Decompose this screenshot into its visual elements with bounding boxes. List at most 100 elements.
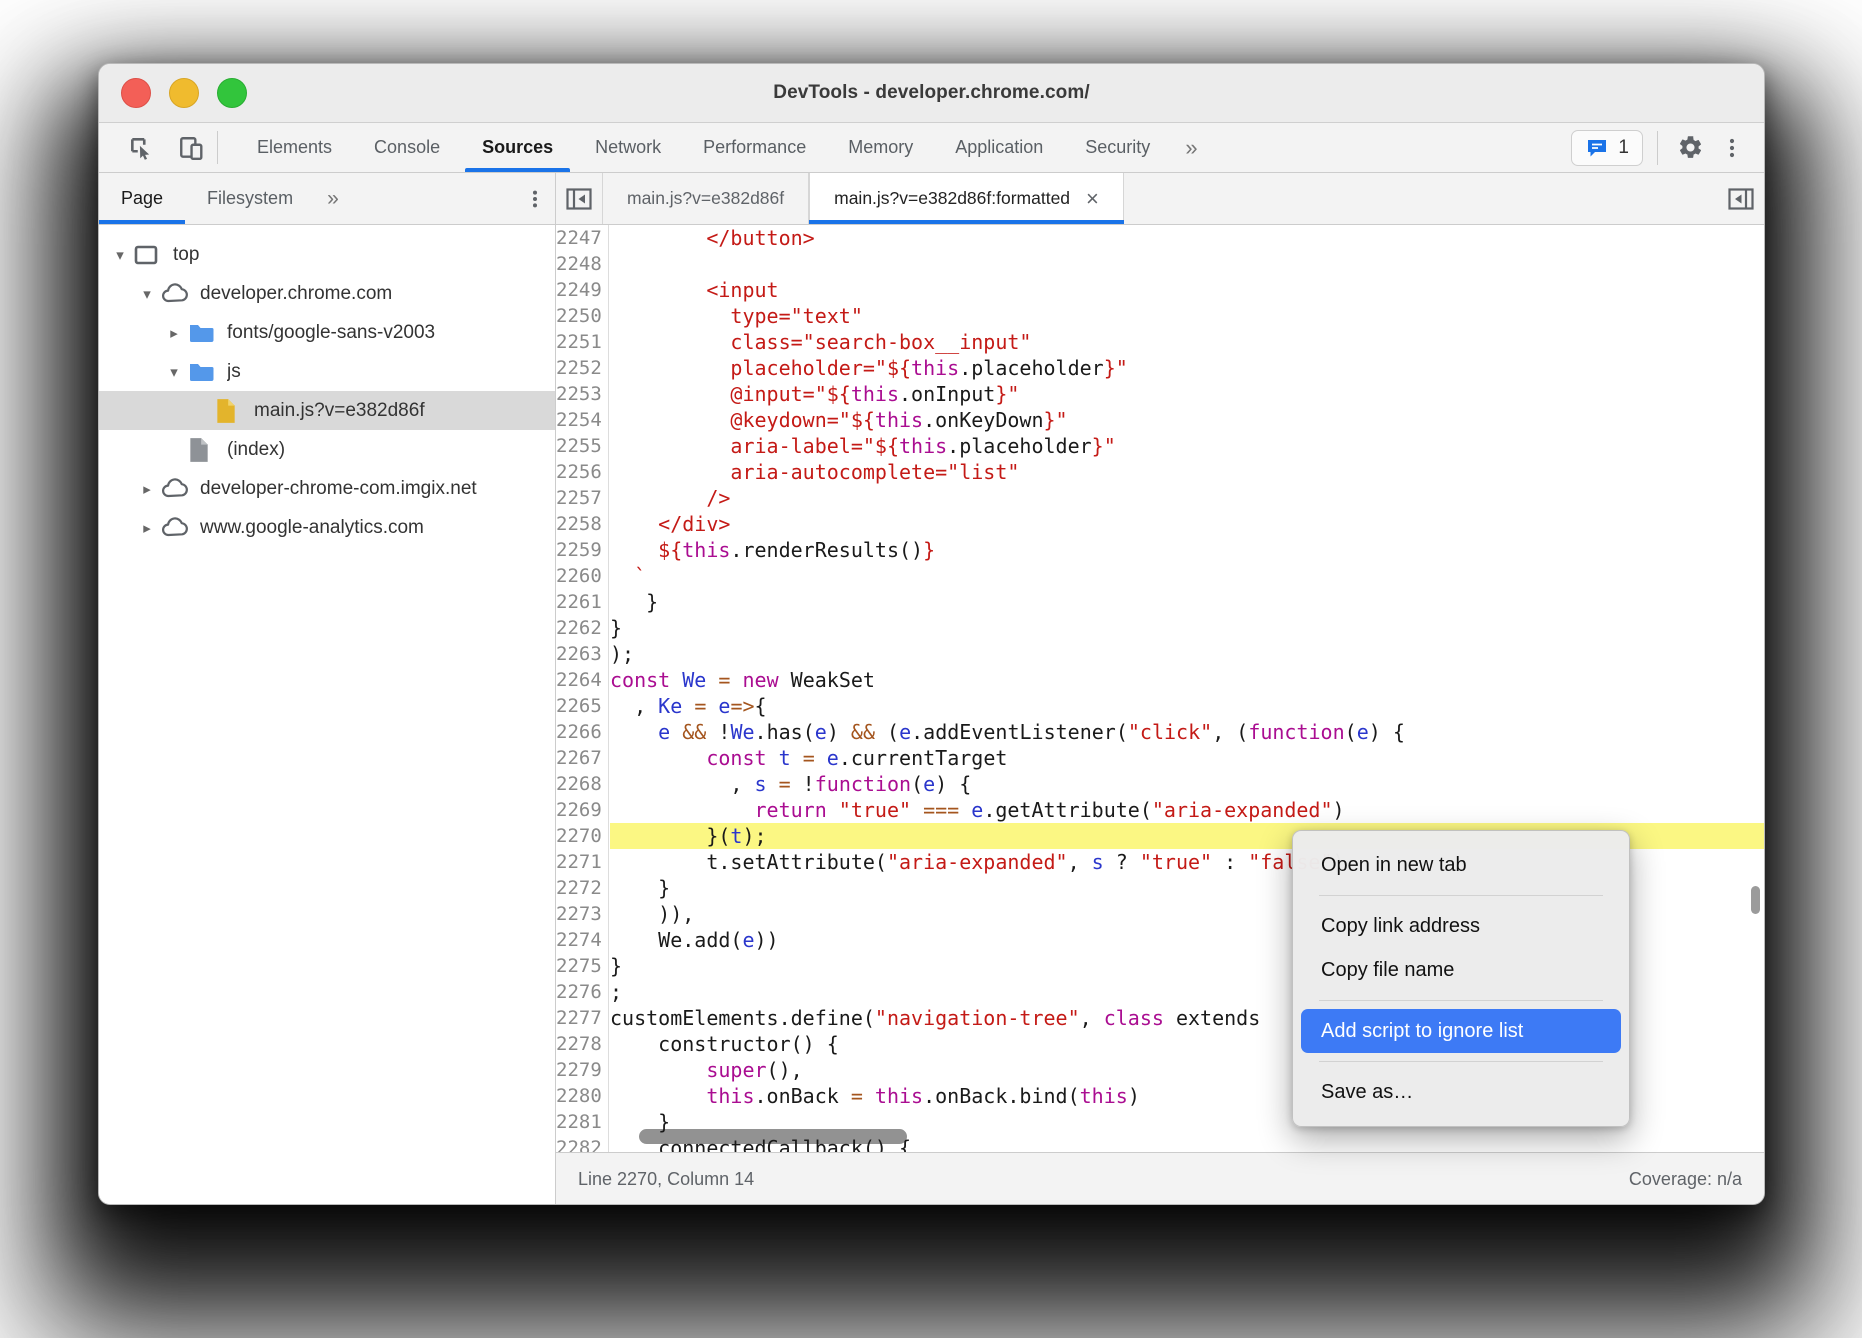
caret-right-icon[interactable]: ▸ [134, 519, 160, 537]
editor-tab-1[interactable]: main.js?v=e382d86f [602, 173, 809, 224]
line-number[interactable]: 2263 [556, 641, 608, 667]
line-number[interactable]: 2248 [556, 251, 608, 277]
line-number[interactable]: 2251 [556, 329, 608, 355]
settings-button[interactable] [1672, 131, 1708, 165]
code-line[interactable]: } [610, 615, 1764, 641]
sidebar-tab-page[interactable]: Page [99, 173, 185, 224]
tab-sources[interactable]: Sources [461, 123, 574, 172]
sidebar-more-tabs-button[interactable]: » [315, 173, 351, 224]
code-line[interactable]: <input [610, 277, 1764, 303]
code-line[interactable]: connectedCallback() { [610, 1135, 1764, 1152]
sidebar-menu-button[interactable] [515, 173, 555, 224]
code-line[interactable]: placeholder="${this.placeholder}" [610, 355, 1764, 381]
inspect-element-button[interactable] [123, 131, 159, 165]
line-number[interactable]: 2270 [556, 823, 608, 849]
tab-elements[interactable]: Elements [236, 123, 353, 172]
vertical-scrollbar-thumb[interactable] [1751, 886, 1760, 914]
line-number[interactable]: 2281 [556, 1109, 608, 1135]
line-number[interactable]: 2256 [556, 459, 608, 485]
devtools-menu-button[interactable] [1714, 131, 1750, 165]
tree-item--index-[interactable]: (index) [99, 430, 555, 469]
tree-item-www-google-analytics-com[interactable]: ▸www.google-analytics.com [99, 508, 555, 547]
line-number[interactable]: 2266 [556, 719, 608, 745]
line-number[interactable]: 2267 [556, 745, 608, 771]
tree-item-top[interactable]: ▾top [99, 235, 555, 274]
code-line[interactable]: , s = !function(e) { [610, 771, 1764, 797]
line-number[interactable]: 2274 [556, 927, 608, 953]
code-line[interactable]: ${this.renderResults()} [610, 537, 1764, 563]
code-line[interactable]: @keydown="${this.onKeyDown}" [610, 407, 1764, 433]
code-line[interactable]: const We = new WeakSet [610, 667, 1764, 693]
menu-item-copy-file-name[interactable]: Copy file name [1293, 948, 1629, 992]
menu-item-open-in-new-tab[interactable]: Open in new tab [1293, 843, 1629, 887]
code-line[interactable]: type="text" [610, 303, 1764, 329]
line-number[interactable]: 2254 [556, 407, 608, 433]
close-tab-icon[interactable]: × [1086, 188, 1099, 210]
hide-navigator-button[interactable] [556, 173, 602, 224]
line-number[interactable]: 2261 [556, 589, 608, 615]
caret-down-icon[interactable]: ▾ [161, 363, 187, 381]
tree-item-developer-chrome-com-imgix-net[interactable]: ▸developer-chrome-com.imgix.net [99, 469, 555, 508]
issues-counter-button[interactable]: 1 [1571, 130, 1643, 166]
tab-memory[interactable]: Memory [827, 123, 934, 172]
caret-down-icon[interactable]: ▾ [134, 285, 160, 303]
code-line[interactable] [610, 251, 1764, 277]
tab-console[interactable]: Console [353, 123, 461, 172]
line-number-gutter[interactable]: 2247224822492250225122522253225422552256… [556, 225, 609, 1152]
line-number[interactable]: 2268 [556, 771, 608, 797]
line-number[interactable]: 2257 [556, 485, 608, 511]
line-number[interactable]: 2278 [556, 1031, 608, 1057]
code-line[interactable]: e && !We.has(e) && (e.addEventListener("… [610, 719, 1764, 745]
line-number[interactable]: 2262 [556, 615, 608, 641]
tab-application[interactable]: Application [934, 123, 1064, 172]
line-number[interactable]: 2269 [556, 797, 608, 823]
caret-right-icon[interactable]: ▸ [161, 324, 187, 342]
tab-network[interactable]: Network [574, 123, 682, 172]
show-debugger-sidebar-button[interactable] [1718, 173, 1764, 224]
line-number[interactable]: 2247 [556, 225, 608, 251]
line-number[interactable]: 2280 [556, 1083, 608, 1109]
tab-performance[interactable]: Performance [682, 123, 827, 172]
code-line[interactable]: return "true" === e.getAttribute("aria-e… [610, 797, 1764, 823]
caret-down-icon[interactable]: ▾ [107, 246, 133, 264]
line-number[interactable]: 2264 [556, 667, 608, 693]
tree-item-fonts-google-sans-v2003[interactable]: ▸fonts/google-sans-v2003 [99, 313, 555, 352]
line-number[interactable]: 2276 [556, 979, 608, 1005]
line-number[interactable]: 2275 [556, 953, 608, 979]
code-line[interactable]: ` [610, 563, 1764, 589]
code-line[interactable]: </button> [610, 225, 1764, 251]
line-number[interactable]: 2258 [556, 511, 608, 537]
tab-security[interactable]: Security [1064, 123, 1171, 172]
line-number[interactable]: 2277 [556, 1005, 608, 1031]
line-number[interactable]: 2250 [556, 303, 608, 329]
line-number[interactable]: 2271 [556, 849, 608, 875]
menu-item-copy-link-address[interactable]: Copy link address [1293, 904, 1629, 948]
code-line[interactable]: ); [610, 641, 1764, 667]
menu-item-save-as-[interactable]: Save as… [1293, 1070, 1629, 1114]
code-line[interactable]: aria-label="${this.placeholder}" [610, 433, 1764, 459]
line-number[interactable]: 2253 [556, 381, 608, 407]
code-line[interactable]: @input="${this.onInput}" [610, 381, 1764, 407]
editor-tab-2[interactable]: main.js?v=e382d86f:formatted× [809, 173, 1124, 224]
code-line[interactable]: class="search-box__input" [610, 329, 1764, 355]
tree-item-main-js-v-e382d86f[interactable]: main.js?v=e382d86f [99, 391, 555, 430]
code-line[interactable]: aria-autocomplete="list" [610, 459, 1764, 485]
line-number[interactable]: 2279 [556, 1057, 608, 1083]
device-toolbar-button[interactable] [173, 131, 209, 165]
code-line[interactable]: /> [610, 485, 1764, 511]
minimize-window-button[interactable] [169, 78, 199, 108]
code-line[interactable]: , Ke = e=>{ [610, 693, 1764, 719]
code-line[interactable]: const t = e.currentTarget [610, 745, 1764, 771]
tree-item-developer-chrome-com[interactable]: ▾developer.chrome.com [99, 274, 555, 313]
code-line[interactable]: } [610, 589, 1764, 615]
line-number[interactable]: 2260 [556, 563, 608, 589]
line-number[interactable]: 2272 [556, 875, 608, 901]
line-number[interactable]: 2273 [556, 901, 608, 927]
caret-right-icon[interactable]: ▸ [134, 480, 160, 498]
zoom-window-button[interactable] [217, 78, 247, 108]
line-number[interactable]: 2252 [556, 355, 608, 381]
line-number[interactable]: 2265 [556, 693, 608, 719]
line-number[interactable]: 2255 [556, 433, 608, 459]
line-number[interactable]: 2249 [556, 277, 608, 303]
tree-item-js[interactable]: ▾js [99, 352, 555, 391]
